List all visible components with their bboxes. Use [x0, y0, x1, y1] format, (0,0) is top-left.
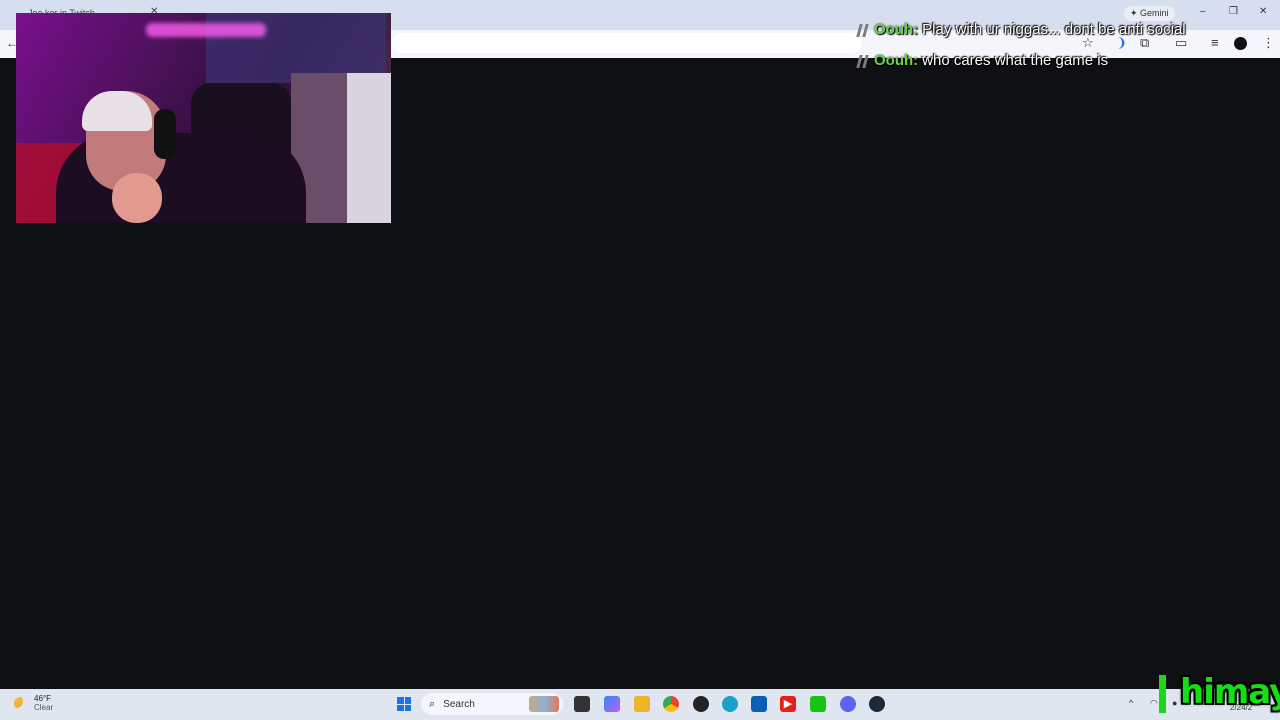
- edge-icon[interactable]: [722, 696, 738, 712]
- webcam-feed: [16, 13, 391, 223]
- kick-icon[interactable]: [810, 696, 826, 712]
- tray-chevron-icon[interactable]: ^: [1129, 698, 1133, 708]
- user-badge-icon: [856, 22, 870, 38]
- start-button[interactable]: [397, 697, 411, 711]
- search-highlight-image: [529, 696, 559, 712]
- search-label: Search: [443, 698, 475, 710]
- chrome-icon[interactable]: [663, 696, 679, 712]
- youtube-icon[interactable]: ▶: [780, 696, 796, 712]
- moon-icon: [14, 696, 27, 710]
- chat-overlay: Oouh: Play with ur niggas... dont be ant…: [856, 14, 1276, 76]
- chat-username: Oouh:: [874, 52, 919, 69]
- address-bar[interactable]: [392, 33, 862, 53]
- search-icon: ⌕: [429, 697, 436, 710]
- chat-text: who cares what the game is: [922, 52, 1109, 69]
- app-icon[interactable]: [693, 696, 709, 712]
- user-badge-icon: [856, 53, 870, 69]
- weather-widget[interactable]: 46°F Clear: [14, 694, 53, 712]
- chat-text: Play with ur niggas... dont be anti soci…: [922, 21, 1186, 38]
- taskbar: 46°F Clear ⌕ Search ▶ ^ ◠ ● 2/24/2: [0, 689, 1280, 720]
- task-view-icon[interactable]: [574, 696, 590, 712]
- network-icon[interactable]: ◠: [1150, 698, 1158, 709]
- copilot-icon[interactable]: [604, 696, 620, 712]
- weather-condition: Clear: [34, 703, 54, 712]
- led-light: [146, 23, 266, 37]
- microphone-icon[interactable]: ●: [1172, 698, 1177, 708]
- store-icon[interactable]: [751, 696, 767, 712]
- file-explorer-icon[interactable]: [634, 696, 650, 712]
- logo-accent-bar: [1159, 675, 1166, 713]
- streamer-hand: [112, 173, 162, 223]
- discord-icon[interactable]: [840, 696, 856, 712]
- streamer-logo: himay: [1180, 672, 1280, 712]
- steam-icon[interactable]: [869, 696, 885, 712]
- weather-temperature: 46°F: [34, 694, 51, 703]
- taskbar-search[interactable]: ⌕ Search: [421, 693, 563, 715]
- windows-logo-icon: [397, 697, 404, 704]
- chat-message: Oouh: who cares what the game is: [856, 45, 1276, 76]
- chat-message: Oouh: Play with ur niggas... dont be ant…: [856, 14, 1276, 45]
- headset: [154, 109, 176, 159]
- chat-username: Oouh:: [874, 21, 919, 38]
- door: [347, 73, 391, 223]
